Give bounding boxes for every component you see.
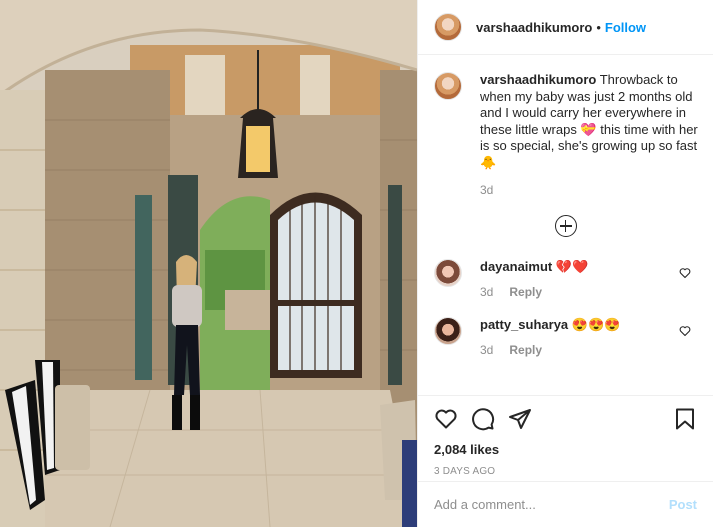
comment-body: 😍😍😍 — [571, 317, 621, 332]
plus-circle-icon[interactable] — [554, 215, 577, 237]
post-header: varshaadhikumoro • Follow — [418, 0, 713, 55]
bookmark-icon[interactable] — [673, 407, 697, 431]
comment-item: dayanaimut 💔❤️ 3d Reply — [434, 259, 697, 299]
follow-button[interactable]: Follow — [605, 20, 646, 35]
comment-text: dayanaimut 💔❤️ — [480, 259, 588, 275]
caption-text: varshaadhikumoro Throwback to when my ba… — [480, 72, 702, 171]
post-comment-button[interactable]: Post — [669, 497, 697, 512]
post-image — [0, 0, 417, 527]
post-caption: varshaadhikumoro Throwback to when my ba… — [434, 72, 698, 197]
comments-list[interactable]: varshaadhikumoro Throwback to when my ba… — [418, 56, 713, 395]
comment-body: 💔❤️ — [555, 259, 589, 274]
comment-icon[interactable] — [471, 407, 495, 431]
load-more-comments[interactable] — [434, 215, 697, 237]
post-modal: varshaadhikumoro • Follow varshaadhikumo… — [0, 0, 713, 527]
comment-item: patty_suharya 😍😍😍 3d Reply — [434, 317, 697, 357]
comment-input[interactable] — [434, 497, 669, 512]
comment-username[interactable]: dayanaimut — [480, 259, 552, 274]
reply-button[interactable]: Reply — [509, 343, 542, 357]
post-date[interactable]: 3 DAYS AGO — [434, 466, 697, 477]
post-sidebar: varshaadhikumoro • Follow varshaadhikumo… — [417, 0, 713, 527]
share-icon[interactable] — [508, 407, 532, 431]
caption-age: 3d — [480, 183, 494, 197]
comment-text: patty_suharya 😍😍😍 — [480, 317, 620, 333]
caption-author-avatar[interactable] — [434, 72, 462, 100]
caption-author-username[interactable]: varshaadhikumoro — [480, 72, 596, 87]
heart-icon[interactable] — [434, 407, 458, 431]
add-comment-bar: Post — [418, 481, 713, 527]
commenter-avatar[interactable] — [434, 259, 462, 287]
reply-button[interactable]: Reply — [509, 285, 542, 299]
post-photo[interactable] — [0, 0, 417, 527]
author-username[interactable]: varshaadhikumoro — [476, 20, 592, 35]
likes-count[interactable]: 2,084 likes — [434, 442, 697, 457]
comment-age: 3d — [480, 343, 494, 357]
author-avatar[interactable] — [434, 13, 462, 41]
comment-age: 3d — [480, 285, 494, 299]
comment-username[interactable]: patty_suharya — [480, 317, 568, 332]
commenter-avatar[interactable] — [434, 317, 462, 345]
separator-dot: • — [596, 19, 601, 35]
post-actions: 2,084 likes 3 DAYS AGO — [418, 395, 713, 481]
comment-like-icon[interactable] — [679, 325, 691, 337]
comment-like-icon[interactable] — [679, 267, 691, 279]
